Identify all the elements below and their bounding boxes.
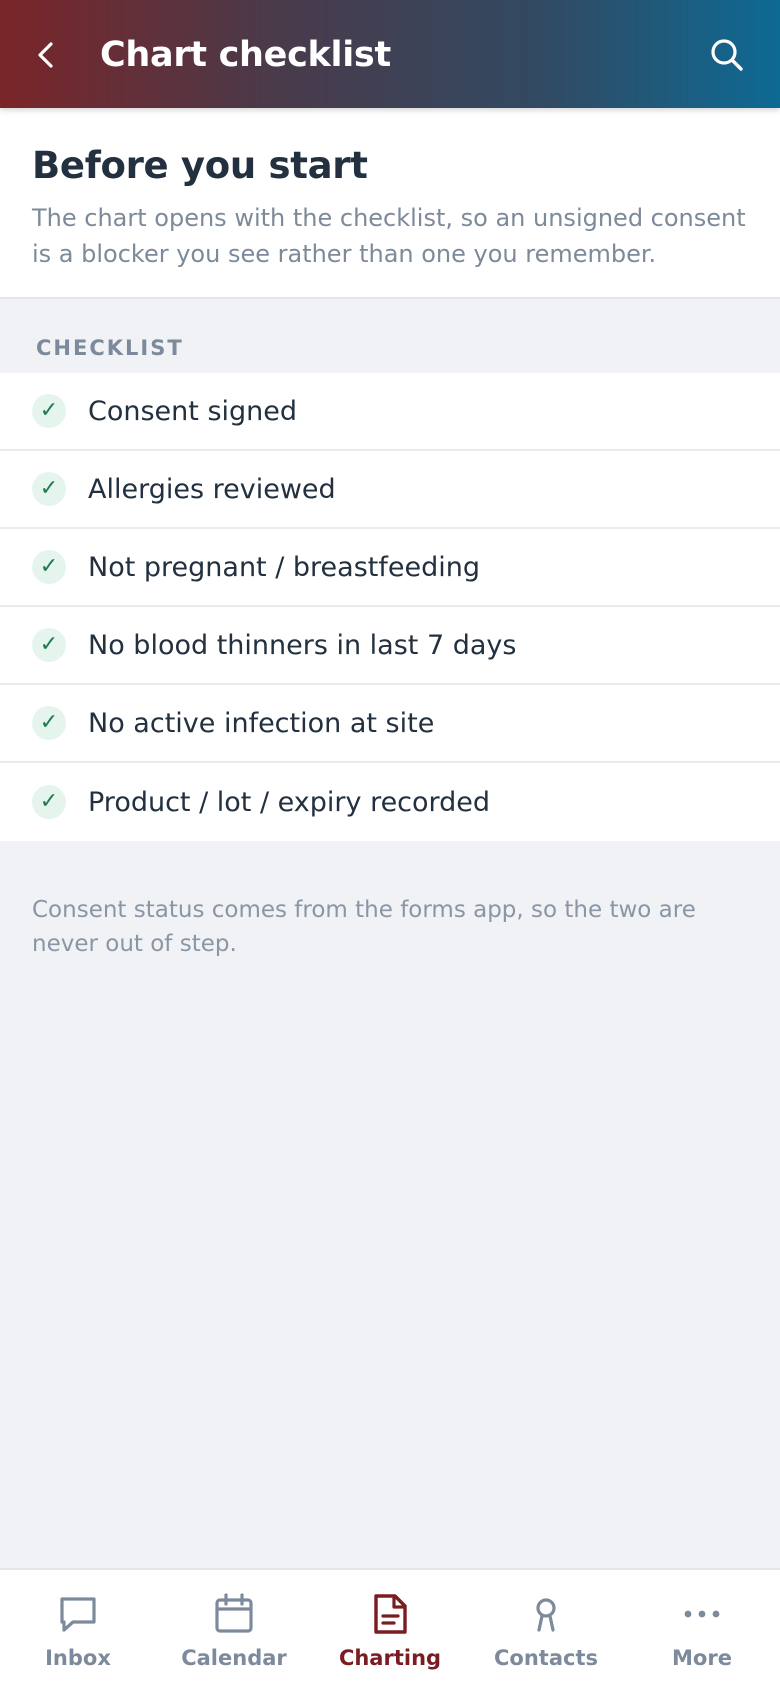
- check-icon: ✓: [32, 550, 66, 584]
- checklist-item-label: Product / lot / expiry recorded: [88, 786, 491, 818]
- tab-charting[interactable]: Charting: [312, 1570, 468, 1688]
- search-icon: [711, 39, 743, 71]
- checklist-item-label: Not pregnant / breastfeeding: [88, 551, 480, 583]
- chat-bubble-icon: [56, 1592, 100, 1636]
- footnote: Consent status comes from the forms app,…: [32, 897, 696, 957]
- bottom-tab-bar: Inbox Calendar Charting Contacts More: [0, 1568, 780, 1688]
- checklist-item-consent[interactable]: ✓ Consent signed: [0, 373, 780, 451]
- calendar-icon: [212, 1592, 256, 1636]
- tab-contacts[interactable]: Contacts: [468, 1570, 624, 1688]
- tab-label: Inbox: [45, 1646, 111, 1670]
- tab-label: Calendar: [181, 1646, 287, 1670]
- intro-description: The chart opens with the checklist, so a…: [32, 204, 746, 268]
- more-dots-icon: [680, 1592, 724, 1636]
- tab-more[interactable]: More: [624, 1570, 780, 1688]
- check-icon: ✓: [32, 785, 66, 819]
- checklist-item-product[interactable]: ✓ Product / lot / expiry recorded: [0, 763, 780, 841]
- document-icon: [368, 1592, 412, 1636]
- tab-calendar[interactable]: Calendar: [156, 1570, 312, 1688]
- app-bar: Chart checklist: [0, 0, 780, 108]
- check-icon: ✓: [32, 706, 66, 740]
- checklist: ✓ Consent signed ✓ Allergies reviewed ✓ …: [0, 373, 780, 841]
- tab-inbox[interactable]: Inbox: [0, 1570, 156, 1688]
- checklist-item-label: Allergies reviewed: [88, 473, 336, 505]
- checklist-item-allergies[interactable]: ✓ Allergies reviewed: [0, 451, 780, 529]
- intro-heading: Before you start: [32, 144, 368, 187]
- chevron-left-icon: [38, 42, 53, 68]
- checklist-item-pregnancy[interactable]: ✓ Not pregnant / breastfeeding: [0, 529, 780, 607]
- check-icon: ✓: [32, 472, 66, 506]
- tab-label: Contacts: [494, 1646, 598, 1670]
- person-icon: [524, 1592, 568, 1636]
- intro-card: Before you start The chart opens with th…: [0, 108, 780, 299]
- check-icon: ✓: [32, 394, 66, 428]
- back-button[interactable]: [22, 30, 72, 80]
- tab-label: More: [672, 1646, 732, 1670]
- checklist-item-blood-thinners[interactable]: ✓ No blood thinners in last 7 days: [0, 607, 780, 685]
- checklist-item-label: No active infection at site: [88, 707, 435, 739]
- checklist-item-infection[interactable]: ✓ No active infection at site: [0, 685, 780, 763]
- check-icon: ✓: [32, 628, 66, 662]
- checklist-section-label: CHECKLIST: [36, 336, 184, 360]
- page-title: Chart checklist: [100, 35, 391, 75]
- tab-label: Charting: [338, 1646, 442, 1670]
- checklist-item-label: No blood thinners in last 7 days: [88, 629, 517, 661]
- checklist-item-label: Consent signed: [88, 395, 298, 427]
- search-button[interactable]: [702, 30, 752, 80]
